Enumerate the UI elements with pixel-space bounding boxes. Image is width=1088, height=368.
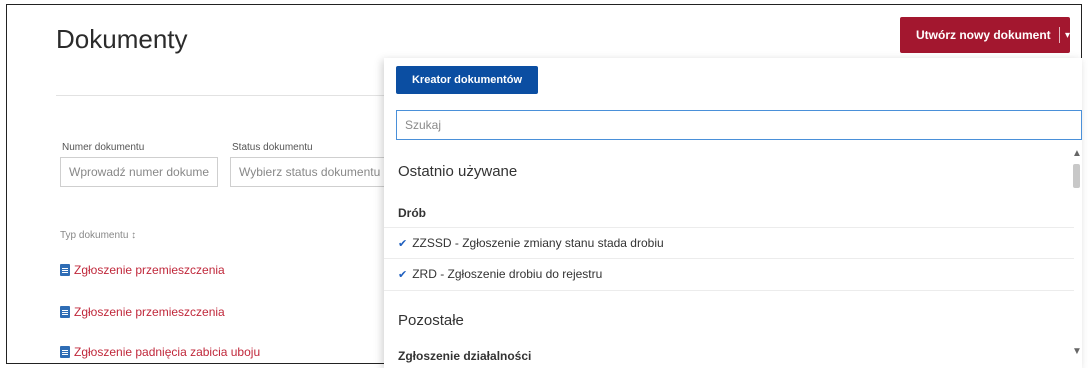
recent-document-label: ZRD - Zgłoszenie drobiu do rejestru: [412, 267, 602, 281]
chevron-down-icon[interactable]: ▾: [1065, 30, 1070, 41]
check-icon: ✔: [398, 237, 407, 250]
scroll-up-icon[interactable]: ▲: [1072, 148, 1082, 159]
recent-document-item[interactable]: ✔ ZRD - Zgłoszenie drobiu do rejestru: [398, 267, 602, 281]
scroll-thumb[interactable]: [1073, 164, 1080, 188]
title-divider: [56, 95, 386, 96]
recent-document-label: ZZSSD - Zgłoszenie zmiany stanu stada dr…: [412, 236, 663, 250]
column-header-document-type[interactable]: Typ dokumentu ↕: [60, 230, 136, 241]
page-title: Dokumenty: [56, 24, 188, 55]
document-icon: [60, 346, 70, 358]
search-input[interactable]: Szukaj: [396, 110, 1082, 140]
check-icon: ✔: [398, 268, 407, 281]
recent-group-title: Drób: [398, 206, 426, 220]
create-document-label: Utwórz nowy dokument: [900, 28, 1051, 42]
document-number-input[interactable]: Wprowadź numer dokume: [60, 157, 218, 187]
other-section-title: Pozostałe: [398, 312, 464, 329]
document-link[interactable]: Zgłoszenie przemieszczenia: [60, 263, 225, 277]
row-divider: [384, 227, 1074, 228]
document-link-label: Zgłoszenie przemieszczenia: [74, 305, 225, 319]
row-divider: [384, 258, 1074, 259]
row-divider: [384, 290, 1074, 291]
recent-document-item[interactable]: ✔ ZZSSD - Zgłoszenie zmiany stanu stada …: [398, 236, 664, 250]
document-link-label: Zgłoszenie przemieszczenia: [74, 263, 225, 277]
number-filter-label: Numer dokumentu: [62, 142, 144, 153]
document-status-select[interactable]: Wybierz status dokumentu: [230, 157, 386, 187]
document-link[interactable]: Zgłoszenie przemieszczenia: [60, 305, 225, 319]
document-link[interactable]: Zgłoszenie padnięcia zabicia uboju: [60, 345, 260, 359]
status-filter-label: Status dokumentu: [232, 142, 313, 153]
document-icon: [60, 306, 70, 318]
document-creator-button[interactable]: Kreator dokumentów: [396, 66, 538, 94]
other-group-title: Zgłoszenie działalności: [398, 349, 531, 363]
create-document-button[interactable]: Utwórz nowy dokument ▾: [900, 17, 1070, 53]
scroll-down-icon[interactable]: ▼: [1072, 346, 1082, 357]
document-link-label: Zgłoszenie padnięcia zabicia uboju: [74, 345, 260, 359]
document-icon: [60, 264, 70, 276]
recent-section-title: Ostatnio używane: [398, 163, 517, 180]
create-document-dropdown: [384, 58, 1082, 368]
